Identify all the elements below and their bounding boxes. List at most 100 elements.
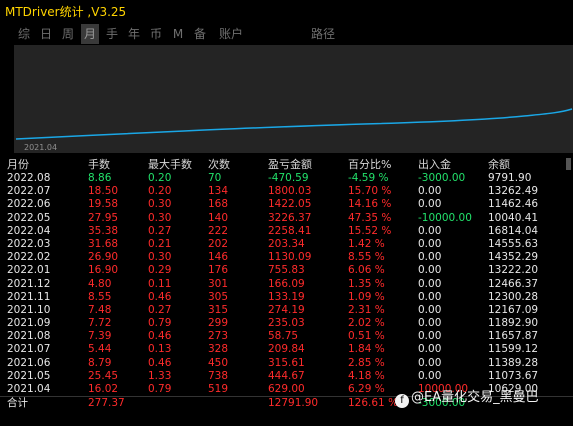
cell-col-5: 1130.09 [268,251,312,264]
cell-col-8: 11462.46 [488,198,539,211]
cell-col-2: 5.44 [88,343,112,356]
cell-col-2: 7.39 [88,330,112,343]
tab-0[interactable]: 综 [15,24,33,44]
cell-col-8: 11892.90 [488,317,539,330]
table-row: 2021.11 8.55 0.46 305 133.19 1.09 % 0.00 12300.… [0,291,573,304]
cell-col-6: 1.42 % [348,237,385,250]
cell-col-4: 738 [208,369,229,382]
cell-col-1: 合计 [7,397,28,410]
cell-col-8: 12466.37 [488,277,539,290]
monthly-stats-table: 月份 手数 最大手数 次数 盈亏金额 百分比% 出入金 余额 2022.08 8.86 0.20 70… [0,158,573,410]
table-header: 月份 手数 最大手数 次数 盈亏金额 百分比% 出入金 余额 [0,158,573,172]
cell-col-5: 755.83 [268,264,305,277]
cell-col-5: 3226.37 [268,211,312,224]
cell-col-5: 444.67 [268,369,305,382]
watermark: f @EA量化交易_黑曼巴 [395,386,539,408]
cell-col-5: 274.19 [268,303,305,316]
cell-col-6: 47.35 % [348,211,392,224]
cell-col-8: 11657.87 [488,330,539,343]
cell-col-6: 2.31 % [348,303,385,316]
cell-col-3: 0.79 [148,383,172,395]
cell-col-2: 7.72 [88,317,112,330]
cell-col-5: 629.00 [268,383,305,395]
watermark-text: @EA量化交易_黑曼巴 [411,390,539,405]
tab-9[interactable]: 账户 [213,24,249,44]
cell-col-6: 2.85 % [348,356,385,369]
tab-3[interactable]: 月 [81,24,99,44]
cell-col-1: 2021.05 [7,369,51,382]
tab-1[interactable]: 日 [37,24,55,44]
cell-col-1: 2022.03 [7,237,51,250]
cell-col-4: 202 [208,237,229,250]
cell-col-3: 0.30 [148,211,172,224]
cell-col-7: 0.00 [418,369,442,382]
cell-col-4: 140 [208,211,229,224]
table-row: 2021.07 5.44 0.13 328 209.84 1.84 % 0.00 11599.… [0,343,573,356]
cell-col-4: 176 [208,264,229,277]
cell-col-7: 0.00 [418,237,442,250]
table-row: 2022.05 27.95 0.30 140 3226.37 47.35 % -10000.… [0,212,573,225]
cell-col-7: -3000.00 [418,172,466,184]
cell-col-3: 0.46 [148,330,172,343]
cell-col-4: 134 [208,185,229,198]
cell-col-5: 235.03 [268,317,305,330]
cell-col-6: 0.51 % [348,330,385,343]
cell-col-4: 次数 [208,158,230,171]
cell-col-1: 2021.11 [7,290,51,303]
cell-col-4: 146 [208,251,229,264]
tab-6[interactable]: 币 [147,24,165,44]
cell-col-4: 222 [208,224,229,237]
cell-col-6: 6.06 % [348,264,385,277]
brand-logo-icon: f [395,394,409,408]
tab-5[interactable]: 年 [125,24,143,44]
cell-col-8: 13222.20 [488,264,539,277]
cell-col-7: 0.00 [418,303,442,316]
table-row: 2021.08 7.39 0.46 273 58.75 0.51 % 0.00 11657.8… [0,330,573,343]
table-row: 2021.09 7.72 0.79 299 235.03 2.02 % 0.00 11892.… [0,317,573,330]
cell-col-1: 2021.07 [7,343,51,356]
cell-col-5: 12791.90 [268,397,319,410]
cell-col-7: 0.00 [418,251,442,264]
cell-col-1: 2022.08 [7,172,51,184]
tab-8[interactable]: 备 [191,24,209,44]
tab-7[interactable]: M [169,24,187,44]
cell-col-4: 301 [208,277,229,290]
cell-col-5: 盈亏金额 [268,158,312,171]
scrollbar-thumb[interactable] [566,158,571,170]
cell-col-6: 15.52 % [348,224,392,237]
tab-4[interactable]: 手 [103,24,121,44]
cell-col-1: 2021.04 [7,383,51,395]
cell-col-1: 2022.07 [7,185,51,198]
cell-col-2: 8.86 [88,172,112,184]
cell-col-3: 0.13 [148,343,172,356]
cell-col-5: 2258.41 [268,224,312,237]
cell-col-4: 273 [208,330,229,343]
table-row: 2022.07 18.50 0.20 134 1800.03 15.70 % 0.00 132… [0,185,573,198]
cell-col-2: 16.90 [88,264,119,277]
cell-col-5: 203.34 [268,237,305,250]
cell-col-6: 14.16 % [348,198,392,211]
cell-col-8: 余额 [488,158,510,171]
cell-col-5: 1800.03 [268,185,312,198]
cell-col-2: 277.37 [88,397,125,410]
cell-col-6: 8.55 % [348,251,385,264]
cell-col-3: 最大手数 [148,158,192,171]
cell-col-4: 519 [208,383,229,395]
cell-col-3: 0.20 [148,172,172,184]
cell-col-8: 11599.12 [488,343,539,356]
tab-10[interactable]: 路径 [305,24,341,44]
cell-col-5: 58.75 [268,330,299,343]
table-row: 2022.06 19.58 0.30 168 1422.05 14.16 % 0.00 114… [0,198,573,211]
cell-col-7: 0.00 [418,185,442,198]
cell-col-3: 0.11 [148,277,172,290]
cell-col-3: 0.21 [148,237,172,250]
tab-2[interactable]: 周 [59,24,77,44]
cell-col-3: 0.46 [148,290,172,303]
cell-col-5: 209.84 [268,343,305,356]
cell-col-3: 0.29 [148,264,172,277]
cell-col-2: 18.50 [88,185,119,198]
cell-col-8: 11389.28 [488,356,539,369]
cell-col-8: 12167.09 [488,303,539,316]
balance-curve [15,108,573,140]
cell-col-2: 19.58 [88,198,119,211]
